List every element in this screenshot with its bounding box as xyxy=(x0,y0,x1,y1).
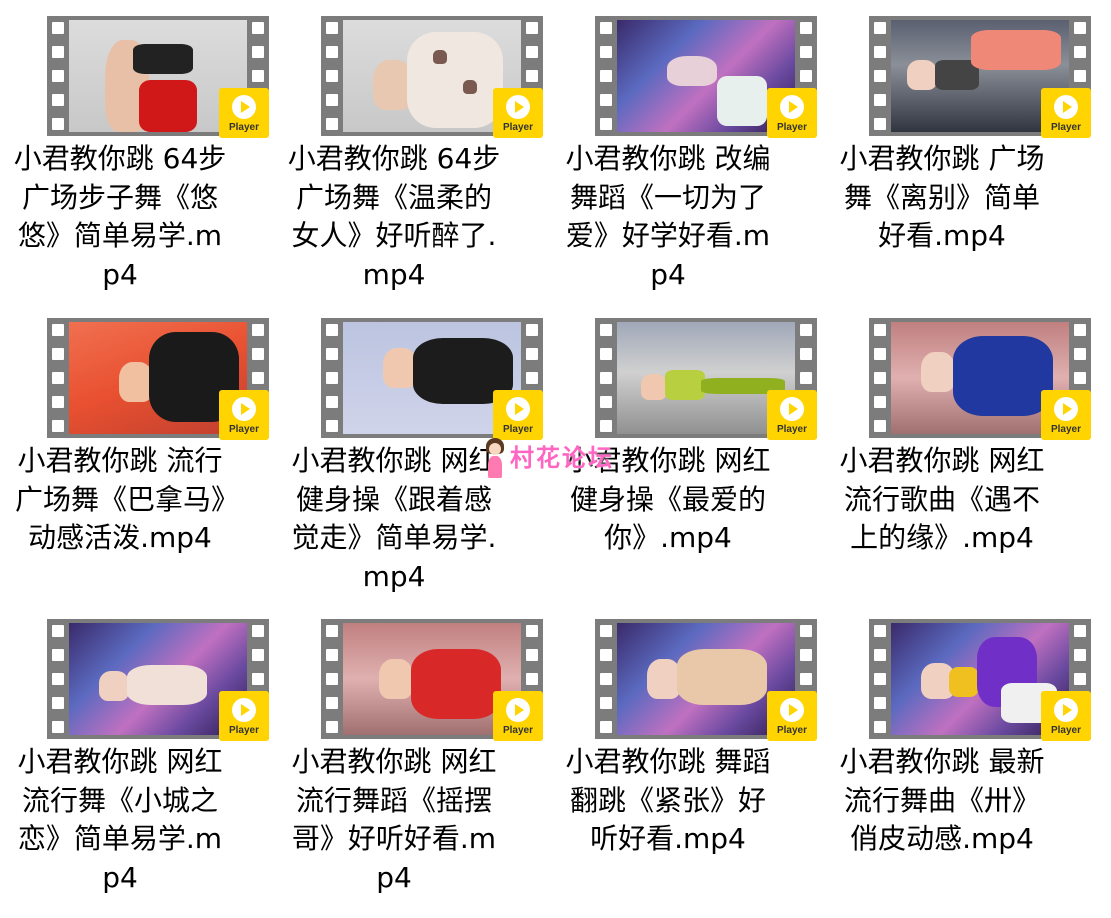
player-app-icon: Player xyxy=(767,390,817,440)
file-name-label: 小君教你跳 网红流行歌曲《遇不上的缘》.mp4 xyxy=(839,444,1045,554)
video-file-item[interactable]: Player 小君教你跳 舞蹈翻跳《紧张》好听好看.mp4 xyxy=(553,603,817,893)
video-thumbnail: Player xyxy=(595,318,817,440)
player-app-icon: Player xyxy=(1041,691,1091,741)
player-app-icon: Player xyxy=(219,390,269,440)
player-app-icon: Player xyxy=(493,691,543,741)
video-file-item[interactable]: Player 小君教你跳 64步广场步子舞《悠悠》简单易学.mp4 xyxy=(5,0,269,291)
film-strip-left xyxy=(869,619,891,739)
film-strip-left xyxy=(47,16,69,136)
player-app-icon: Player xyxy=(1041,88,1091,138)
video-thumbnail: Player xyxy=(869,16,1091,138)
film-strip-left xyxy=(47,318,69,438)
file-name-label: 小君教你跳 广场舞《离别》简单好看.mp4 xyxy=(839,142,1045,252)
file-name-label: 小君教你跳 改编舞蹈《一切为了爱》好学好看.mp4 xyxy=(565,142,771,291)
player-app-icon: Player xyxy=(1041,390,1091,440)
video-thumbnail: Player xyxy=(321,16,543,138)
film-strip-left xyxy=(595,16,617,136)
film-strip-left xyxy=(595,318,617,438)
player-app-icon: Player xyxy=(493,88,543,138)
video-thumbnail: Player xyxy=(47,318,269,440)
video-file-item[interactable]: Player 小君教你跳 流行广场舞《巴拿马》动感活泼.mp4 xyxy=(5,302,269,592)
film-strip-left xyxy=(321,318,343,438)
player-app-icon: Player xyxy=(219,691,269,741)
video-file-item[interactable]: Player 小君教你跳 网红流行舞蹈《摇摆哥》好听好看.mp4 xyxy=(279,603,543,894)
video-thumbnail: Player xyxy=(47,619,269,741)
girl-avatar-icon xyxy=(484,438,506,482)
video-thumbnail: Player xyxy=(595,16,817,138)
video-file-item[interactable]: Player 小君教你跳 广场舞《离别》简单好看.mp4 xyxy=(827,0,1091,290)
video-thumbnail: Player xyxy=(321,318,543,440)
film-strip-left xyxy=(595,619,617,739)
video-thumbnail: Player xyxy=(321,619,543,741)
file-name-label: 小君教你跳 网红健身操《跟着感觉走》简单易学.mp4 xyxy=(291,444,497,593)
file-name-label: 小君教你跳 最新流行舞曲《卅》俏皮动感.mp4 xyxy=(839,745,1045,855)
video-file-item[interactable]: Player 小君教你跳 网红流行歌曲《遇不上的缘》.mp4 xyxy=(827,302,1091,592)
file-grid: Player 小君教你跳 64步广场步子舞《悠悠》简单易学.mp4 Player… xyxy=(0,0,1111,918)
video-thumbnail: Player xyxy=(869,318,1091,440)
file-name-label: 小君教你跳 64步广场步子舞《悠悠》简单易学.mp4 xyxy=(13,142,227,291)
video-file-item[interactable]: Player 小君教你跳 64步广场舞《温柔的女人》好听醉了.mp4 xyxy=(279,0,543,291)
film-strip-left xyxy=(321,619,343,739)
video-thumbnail: Player xyxy=(869,619,1091,741)
player-app-icon: Player xyxy=(219,88,269,138)
film-strip-left xyxy=(869,16,891,136)
file-name-label: 小君教你跳 流行广场舞《巴拿马》动感活泼.mp4 xyxy=(14,444,225,554)
film-strip-left xyxy=(869,318,891,438)
video-file-item[interactable]: Player 小君教你跳 最新流行舞曲《卅》俏皮动感.mp4 xyxy=(827,603,1091,893)
video-thumbnail: Player xyxy=(47,16,269,138)
file-name-label: 小君教你跳 64步广场舞《温柔的女人》好听醉了.mp4 xyxy=(287,142,501,291)
player-app-icon: Player xyxy=(767,88,817,138)
player-app-icon: Player xyxy=(767,691,817,741)
video-file-item[interactable]: Player 小君教你跳 改编舞蹈《一切为了爱》好学好看.mp4 xyxy=(553,0,817,291)
watermark: 村花论坛 xyxy=(482,436,632,486)
file-name-label: 小君教你跳 网红流行舞蹈《摇摆哥》好听好看.mp4 xyxy=(291,745,497,894)
video-thumbnail: Player xyxy=(595,619,817,741)
file-name-label: 小君教你跳 网红流行舞《小城之恋》简单易学.mp4 xyxy=(17,745,223,894)
video-file-item[interactable]: Player 小君教你跳 网红流行舞《小城之恋》简单易学.mp4 xyxy=(5,603,269,894)
film-strip-left xyxy=(321,16,343,136)
file-name-label: 小君教你跳 舞蹈翻跳《紧张》好听好看.mp4 xyxy=(565,745,771,855)
video-file-item[interactable]: Player 小君教你跳 网红健身操《跟着感觉走》简单易学.mp4 xyxy=(279,302,543,593)
watermark-text: 村花论坛 xyxy=(510,444,614,472)
player-app-icon: Player xyxy=(493,390,543,440)
film-strip-left xyxy=(47,619,69,739)
